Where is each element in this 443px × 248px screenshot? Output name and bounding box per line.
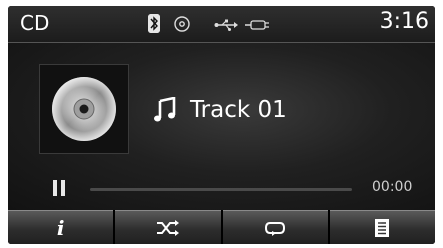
track-title: Track 01	[190, 97, 287, 123]
list-icon	[375, 219, 390, 237]
info-button[interactable]: i	[8, 210, 114, 244]
album-art	[39, 64, 129, 154]
now-playing-panel: Track 01 00:00	[8, 43, 435, 210]
pause-icon[interactable]	[52, 180, 66, 196]
repeat-icon	[265, 222, 286, 236]
softkey-bar: i	[8, 210, 435, 244]
cd-player-screen: CD 3:16 Track 01 00:00 i	[8, 6, 435, 244]
list-button[interactable]	[329, 210, 435, 244]
disc-indicator-icon	[174, 16, 190, 32]
elapsed-time: 00:00	[372, 179, 413, 195]
cd-disc-icon	[52, 77, 116, 141]
shuffle-icon	[156, 220, 179, 236]
clock: 3:16	[379, 9, 429, 34]
usb-icon	[214, 17, 238, 31]
shuffle-button[interactable]	[115, 210, 221, 244]
progress-bar[interactable]	[90, 188, 352, 191]
aux-plug-icon	[245, 17, 269, 31]
repeat-button[interactable]	[222, 210, 328, 244]
source-label: CD	[20, 11, 50, 35]
music-note-icon	[154, 97, 176, 122]
track-info: Track 01	[154, 97, 287, 123]
info-icon: i	[56, 216, 65, 240]
bluetooth-icon	[148, 14, 160, 33]
status-bar: CD 3:16	[8, 6, 435, 43]
